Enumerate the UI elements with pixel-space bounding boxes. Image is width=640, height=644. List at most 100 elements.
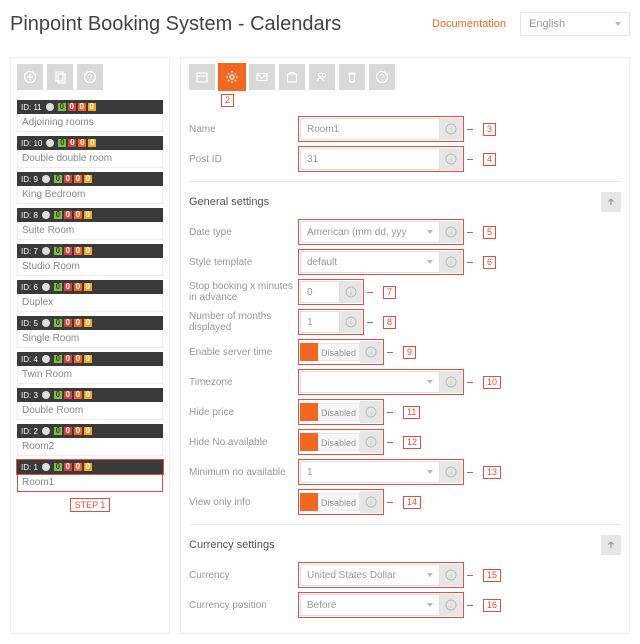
months-input[interactable]: 1 [300,311,340,333]
minnoavail-select[interactable]: 1 [300,461,440,483]
name-label: Name [189,124,299,135]
currencypos-select[interactable]: Before [300,594,440,616]
calendar-list-item[interactable]: ID: 110000Adjoining rooms [17,100,163,132]
annotation-9: 9 [403,346,416,359]
currency-settings-title: Currency settings [189,539,275,551]
step-annotation: STEP 1 [70,498,111,512]
general-settings-title: General settings [189,196,269,208]
collapse-button[interactable] [601,535,621,555]
svg-text:?: ? [380,73,385,82]
delete-tab-button[interactable] [339,64,365,90]
calendar-list-item[interactable]: ID: 60000Duplex [17,280,163,312]
annotation-15: 15 [483,569,501,582]
viewonly-label: View only info [189,497,299,508]
info-icon[interactable]: i [440,594,462,616]
annotation-6: 6 [483,256,496,269]
svg-text:i: i [370,440,372,447]
calendar-list-item[interactable]: ID: 30000Double Room [17,388,163,420]
svg-text:i: i [450,230,452,237]
info-icon[interactable]: i [440,251,462,273]
svg-text:i: i [450,260,452,267]
annotation-11: 11 [403,406,420,419]
minnoavail-label: Minimum no available [189,467,299,478]
viewonly-toggle[interactable]: Disabled [300,492,360,512]
name-input[interactable]: Room1 [300,118,440,140]
annotation-2: 2 [221,94,234,107]
archive-tab-button[interactable] [279,64,305,90]
hideprice-label: Hide price [189,407,299,418]
collapse-button[interactable] [601,192,621,212]
calendar-list-item[interactable]: ID: 20000Room2 [17,424,163,456]
info-icon[interactable]: i [440,221,462,243]
currencypos-label: Currency position [189,600,299,611]
language-select[interactable]: English [520,12,630,36]
servertime-toggle[interactable]: Disabled [300,342,360,362]
annotation-12: 12 [403,436,421,449]
stopbooking-label: Stop booking x minutes in advance [189,281,299,303]
calendar-list-item[interactable]: ID: 40000Twin Room [17,352,163,384]
annotation-4: 4 [483,153,496,166]
svg-text:i: i [450,470,452,477]
info-icon[interactable]: i [360,431,382,453]
help-tab-button[interactable]: ? [369,64,395,90]
info-icon[interactable]: i [440,564,462,586]
hidenoavail-label: Hide No available [189,437,299,448]
info-icon[interactable]: i [360,341,382,363]
calendar-list-item[interactable]: ID: 50000Single Room [17,316,163,348]
settings-tab-button[interactable] [219,64,245,90]
svg-text:i: i [450,573,452,580]
users-tab-button[interactable] [309,64,335,90]
postid-label: Post ID [189,154,299,165]
calendar-tab-button[interactable] [189,64,215,90]
calendar-list-item[interactable]: ID: 70000Studio Room [17,244,163,276]
datetype-label: Date type [189,227,299,238]
currency-label: Currency [189,570,299,581]
copy-calendar-button[interactable] [47,64,73,90]
annotation-8: 8 [383,316,396,329]
stopbooking-input[interactable]: 0 [300,281,340,303]
info-icon[interactable]: i [440,118,462,140]
datetype-select[interactable]: American (mm dd, yyy [300,221,440,243]
info-icon[interactable]: i [440,461,462,483]
chevron-down-icon [615,22,621,26]
svg-text:i: i [450,380,452,387]
svg-text:i: i [350,320,352,327]
styletpl-label: Style template [189,257,299,268]
calendar-list-panel: ? ID: 110000Adjoining rooms ID: 100000Dou… [10,57,170,634]
info-icon[interactable]: i [440,148,462,170]
documentation-link[interactable]: Documentation [432,18,506,30]
hideprice-toggle[interactable]: Disabled [300,402,360,422]
currency-select[interactable]: United States Dollar [300,564,440,586]
info-icon[interactable]: i [440,371,462,393]
timezone-label: Timezone [189,377,299,388]
email-tab-button[interactable] [249,64,275,90]
svg-text:i: i [370,500,372,507]
months-label: Number of months displayed [189,311,299,333]
postid-input[interactable]: 31 [300,148,440,170]
svg-text:i: i [370,350,372,357]
info-icon[interactable]: i [360,401,382,423]
annotation-13: 13 [483,466,501,479]
svg-text:?: ? [88,73,93,82]
page-title: Pinpoint Booking System - Calendars [10,13,341,36]
annotation-10: 10 [483,376,501,389]
help-button[interactable]: ? [77,64,103,90]
styletpl-select[interactable]: default [300,251,440,273]
info-icon[interactable]: i [360,491,382,513]
svg-text:i: i [350,290,352,297]
annotation-3: 3 [483,123,496,136]
svg-text:i: i [450,157,452,164]
calendar-list-item[interactable]: ID: 10000Room1 [17,460,163,492]
timezone-select[interactable] [300,371,440,393]
calendar-list-item[interactable]: ID: 90000King Bedroom [17,172,163,204]
info-icon[interactable]: i [340,281,362,303]
calendar-list-item[interactable]: ID: 100000Double double room [17,136,163,168]
annotation-7: 7 [383,286,396,299]
svg-text:i: i [450,603,452,610]
language-value: English [529,18,565,30]
annotation-5: 5 [483,226,496,239]
hidenoavail-toggle[interactable]: Disabled [300,432,360,452]
calendar-list-item[interactable]: ID: 80000Suite Room [17,208,163,240]
info-icon[interactable]: i [340,311,362,333]
add-calendar-button[interactable] [17,64,43,90]
